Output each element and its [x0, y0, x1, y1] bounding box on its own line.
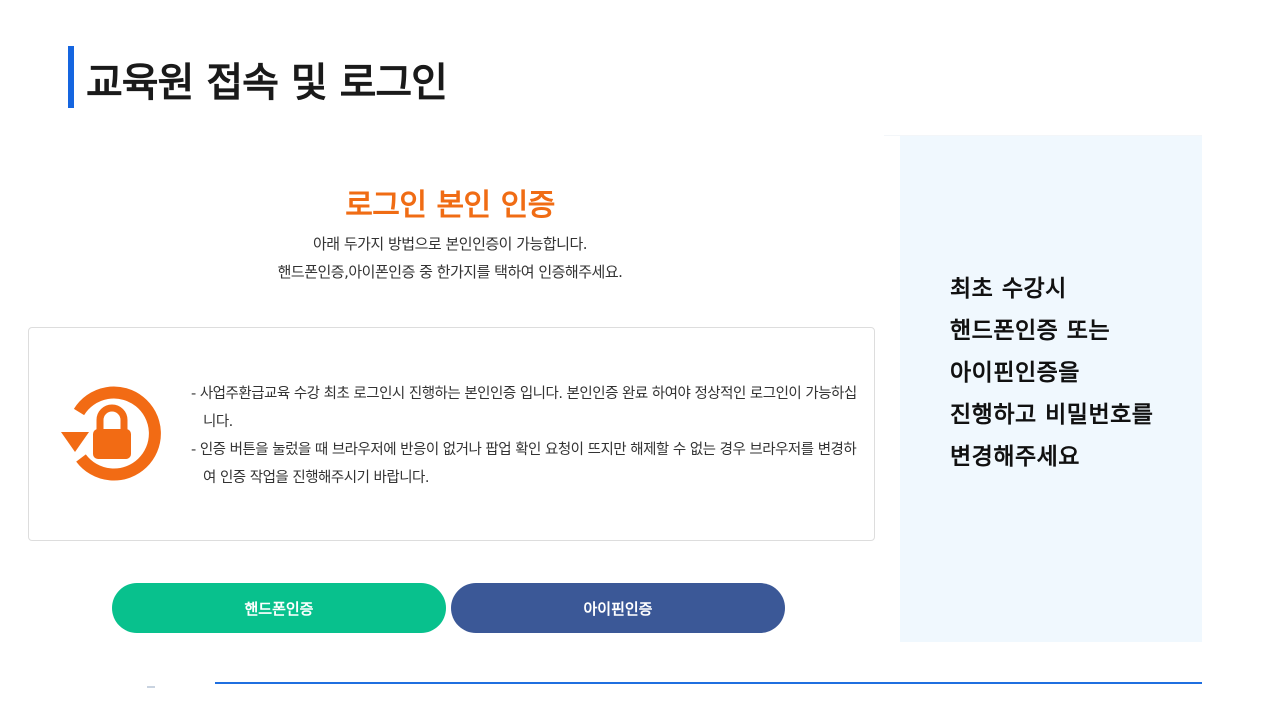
- side-info-line: 아이핀인증을: [950, 360, 1080, 386]
- ipin-auth-button[interactable]: 아이핀인증: [451, 583, 785, 633]
- page-title: 교육원 접속 및 로그인: [86, 60, 448, 106]
- side-info-panel: 최초 수강시 핸드폰인증 또는 아이핀인증을 진행하고 비밀번호를 변경해주세요: [900, 136, 1202, 642]
- notice-item: - 인증 버튼을 눌렀을 때 브라우저에 반응이 없거나 팝업 확인 요청이 뜨…: [191, 442, 857, 486]
- auth-heading: 로그인 본인 인증: [345, 188, 555, 223]
- lock-refresh-icon: [59, 386, 163, 486]
- side-info-text: 최초 수강시 핸드폰인증 또는 아이핀인증을 진행하고 비밀번호를 변경해주세요: [950, 268, 1200, 478]
- notice-box: - 사업주환급교육 수강 최초 로그인시 진행하는 본인인증 입니다. 본인인증…: [28, 327, 875, 541]
- phone-auth-button[interactable]: 핸드폰인증: [112, 583, 446, 633]
- slide: 교육원 접속 및 로그인 최초 수강시 핸드폰인증 또는 아이핀인증을 진행하고…: [0, 0, 1280, 720]
- notice-list: - 사업주환급교육 수강 최초 로그인시 진행하는 본인인증 입니다. 본인인증…: [191, 380, 861, 492]
- auth-subtitle-line-1: 아래 두가지 방법으로 본인인증이 가능합니다.: [312, 235, 588, 253]
- side-info-line: 최초 수강시: [950, 276, 1067, 302]
- side-info-line: 핸드폰인증 또는: [950, 318, 1111, 344]
- divider-mark: [147, 686, 155, 688]
- side-info-line: 변경해주세요: [950, 444, 1080, 470]
- title-accent-bar: [68, 46, 74, 108]
- side-info-line: 진행하고 비밀번호를: [950, 402, 1154, 428]
- notice-item: - 사업주환급교육 수강 최초 로그인시 진행하는 본인인증 입니다. 본인인증…: [191, 386, 857, 430]
- bottom-divider: [215, 682, 1202, 684]
- auth-subtitle-line-2: 핸드폰인증,아이폰인증 중 한가지를 택하여 인증해주세요.: [277, 263, 623, 281]
